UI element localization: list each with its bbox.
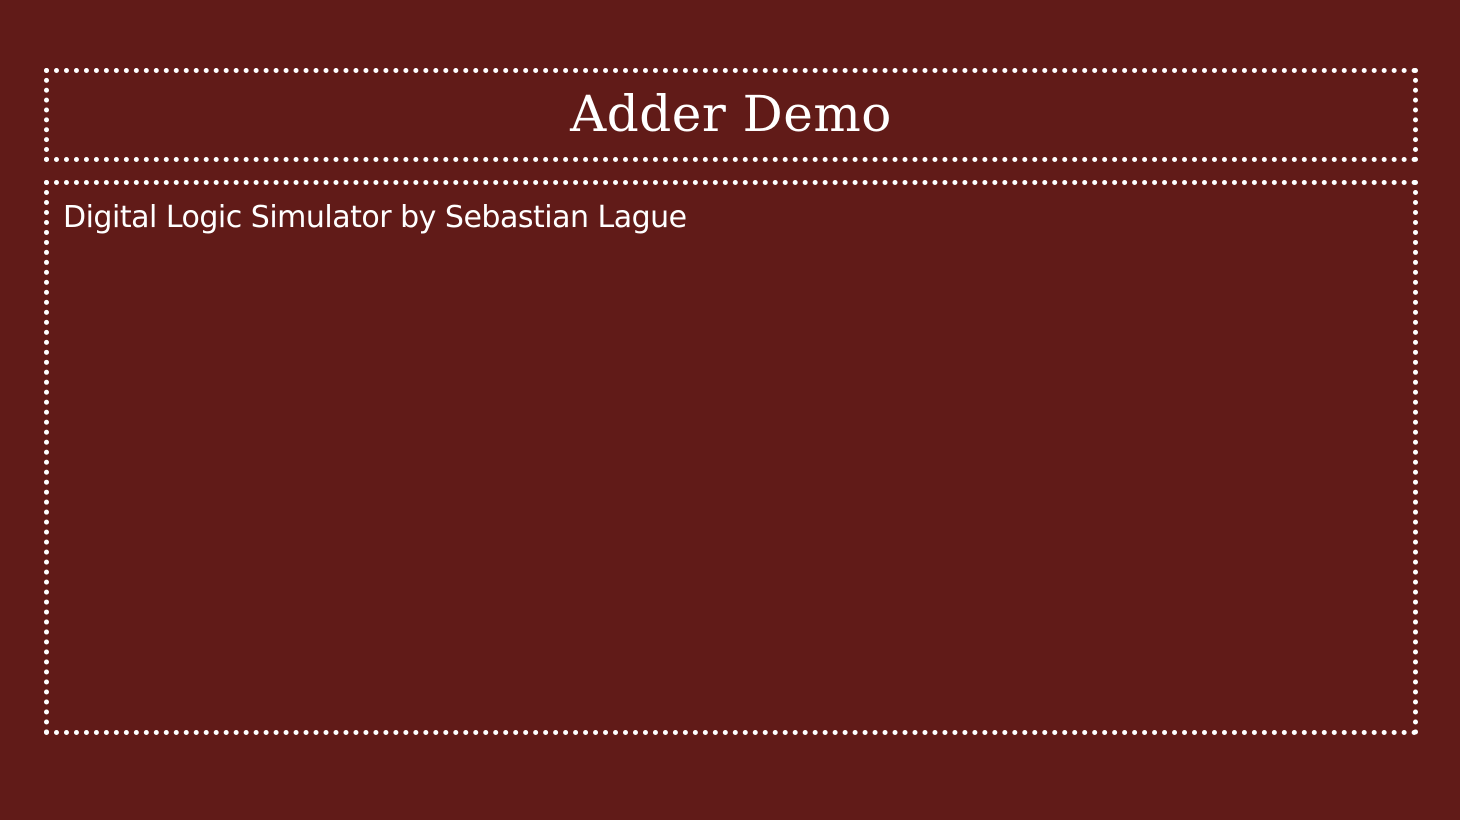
title-box: Adder Demo (44, 68, 1418, 162)
slide-subtitle: Digital Logic Simulator by Sebastian Lag… (63, 200, 687, 235)
content-box: Digital Logic Simulator by Sebastian Lag… (44, 180, 1418, 735)
slide-canvas: Adder Demo Digital Logic Simulator by Se… (0, 0, 1460, 820)
slide-title: Adder Demo (570, 85, 892, 143)
